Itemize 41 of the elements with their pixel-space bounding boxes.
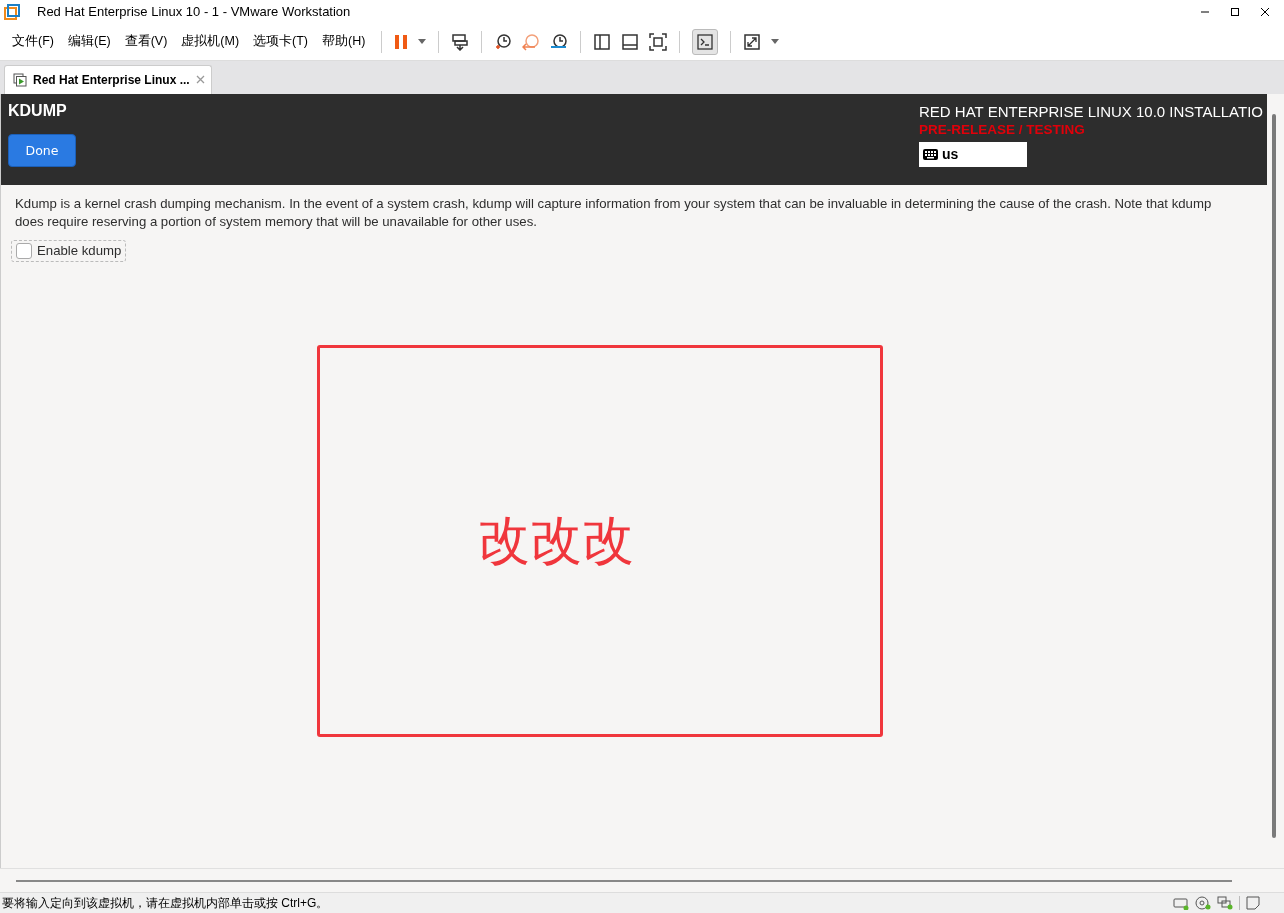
menu-item[interactable]: 帮助(H) [322,33,366,51]
snapshot-icon[interactable] [494,32,513,51]
checkbox-square[interactable] [16,242,32,259]
done-button[interactable]: Done [8,133,76,167]
revert-snapshot-icon[interactable] [522,32,541,51]
horizontal-scrollbar[interactable] [16,879,1232,882]
thumbnail-view-icon[interactable] [621,32,640,51]
vertical-scrollbar[interactable] [1272,113,1276,839]
fullscreen-frame-icon[interactable] [649,32,668,51]
menu-item[interactable]: 编辑(E) [67,33,111,51]
menu-item[interactable]: 虚拟机(M) [181,33,240,51]
keyboard-layout-indicator[interactable]: us [919,141,1027,167]
app-logo-icon [4,3,20,20]
vm-tab[interactable]: Red Hat Enterprise Linux ... [4,64,212,94]
page-heading: KDUMP [8,101,67,120]
send-keys-icon[interactable] [451,32,470,51]
product-title: RED HAT ENTERPRISE LINUX 10.0 INSTALLATIO [919,102,1263,120]
prerelease-label: PRE-RELEASE / TESTING [919,121,1085,137]
stretch-icon[interactable] [743,32,762,51]
console-view-button[interactable] [692,28,719,55]
keyboard-icon [923,148,938,160]
sidebar-view-icon[interactable] [593,32,612,51]
message-icon[interactable] [1246,896,1260,911]
description-text: Kdump is a kernel crash dumping mechanism. In the event of a system crash, kdump will capture information from your system that can be invaluable in determining the cause of the crash. Note that kdump [15,194,1213,213]
caret-icon[interactable] [418,39,427,45]
menu-item[interactable]: 查看(V) [124,33,168,51]
description-text: does require reserving a portion of system memory that will be unavailable for other uses. [15,212,538,231]
status-text: 要将输入定向到该虚拟机，请在虚拟机内部单击或按 Ctrl+G。 [1,894,329,912]
menu-item[interactable]: 文件(F) [12,33,54,51]
maximize-icon[interactable] [1230,6,1240,17]
cd-drive-icon[interactable] [1195,896,1211,911]
menu-item[interactable]: 选项卡(T) [253,33,309,51]
pause-icon[interactable] [394,33,409,50]
window-title: Red Hat Enterprise Linux 10 - 1 - VMware Workstation [37,4,352,20]
enable-kdump-checkbox[interactable]: Enable kdump [11,239,127,262]
vm-running-icon [13,72,27,87]
caret-icon[interactable] [771,39,780,45]
close-icon[interactable] [1260,6,1270,17]
snapshot-manager-icon[interactable] [550,32,569,51]
network-icon[interactable] [1217,896,1233,911]
annotation-text: 改改改 [478,508,634,572]
